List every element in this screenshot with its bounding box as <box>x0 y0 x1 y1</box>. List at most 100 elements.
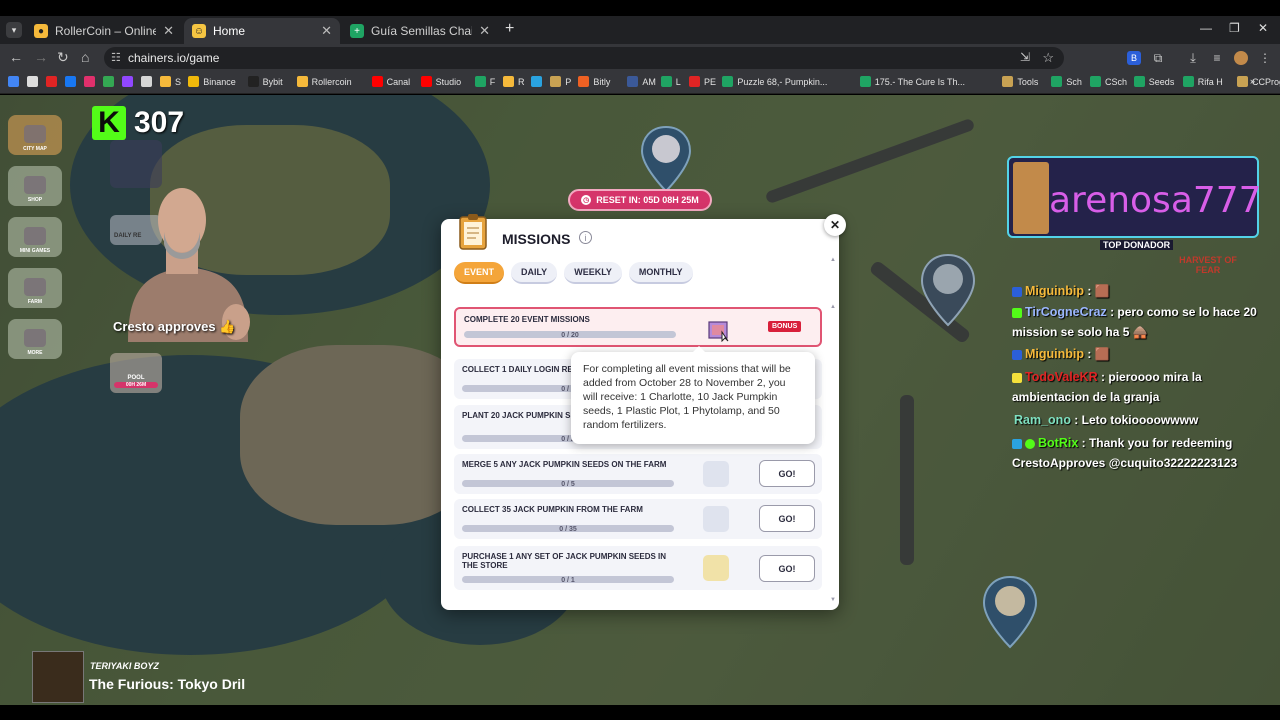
bookmark-star-icon[interactable]: ☆ <box>1042 50 1054 66</box>
map-pin-icon[interactable] <box>982 575 1038 651</box>
close-window-button[interactable]: ✕ <box>1258 21 1268 35</box>
address-bar[interactable]: ☷ chainers.io/game ⇲ ☆ <box>104 47 1064 69</box>
forward-icon[interactable]: → <box>34 49 48 65</box>
bookmark-item[interactable]: S <box>160 76 181 87</box>
bookmark-item[interactable] <box>27 76 42 87</box>
bookmark-favicon-icon <box>46 76 57 87</box>
nav-more[interactable]: MORE <box>8 319 62 359</box>
map-pin-icon[interactable] <box>920 253 976 329</box>
now-playing-widget: TERIYAKI BOYZ The Furious: Tokyo Dril <box>30 650 250 704</box>
scroll-up-icon[interactable]: ▲ <box>830 304 836 310</box>
minimize-button[interactable]: — <box>1200 21 1212 35</box>
map-pin-icon[interactable] <box>640 125 692 195</box>
extensions-puzzle-icon[interactable]: ⧉ <box>1151 51 1165 65</box>
reload-icon[interactable]: ↻ <box>57 49 69 66</box>
tab-weekly[interactable]: WEEKLY <box>564 262 622 284</box>
bookmark-item[interactable] <box>141 76 156 87</box>
download-icon[interactable]: ⤓ <box>1186 50 1200 65</box>
pool-button[interactable]: POOL 00H 26M <box>110 353 162 393</box>
chat-message: Miguinbip : 🟫 <box>1012 281 1262 301</box>
bookmark-item[interactable] <box>103 76 118 87</box>
bookmark-favicon-icon <box>689 76 700 87</box>
bookmark-favicon-icon <box>247 76 259 87</box>
bookmark-item[interactable]: Bitly <box>578 76 610 87</box>
profile-avatar-icon[interactable] <box>1234 51 1248 65</box>
bookmark-item[interactable]: 175.- The Cure Is Th... <box>859 76 965 87</box>
bookmark-item[interactable]: Binance <box>188 76 236 87</box>
nav-mini-games[interactable]: MINI GAMES <box>8 217 62 257</box>
go-button[interactable]: GO! <box>759 555 815 582</box>
media-control-icon[interactable]: ≡ <box>1210 51 1224 65</box>
bookmark-item[interactable]: Tools <box>1002 76 1038 87</box>
bookmark-item[interactable]: L <box>660 76 681 87</box>
nav-shop[interactable]: SHOP <box>8 166 62 206</box>
bookmark-favicon-icon <box>531 76 543 87</box>
home-icon[interactable]: ⌂ <box>81 49 89 65</box>
more-icon <box>24 329 46 347</box>
go-button[interactable]: GO! <box>759 460 815 487</box>
close-tab-icon[interactable]: ✕ <box>479 23 490 39</box>
bookmark-item[interactable]: Seeds <box>1133 76 1174 87</box>
badge-icon <box>1012 307 1022 318</box>
tab-strip: ▾ ● RollerCoin – Online Bitcoin Mi ✕ ☺ H… <box>0 16 1280 44</box>
bookmark-favicon-icon <box>122 76 133 87</box>
chat-message: Ram_ono : Leto tokioooowwww <box>1014 413 1199 427</box>
bookmark-item[interactable] <box>531 76 546 87</box>
bookmark-item[interactable]: Canal <box>371 76 410 87</box>
bookmark-item[interactable]: Rifa H <box>1182 76 1223 87</box>
tab-monthly[interactable]: MONTHLY <box>628 262 693 284</box>
bookmark-item[interactable]: PE <box>689 76 716 87</box>
bookmark-item[interactable]: Rollercoin <box>296 76 352 87</box>
scroll-down-icon[interactable]: ▼ <box>830 597 836 603</box>
modal-title: MISSIONS <box>502 231 571 247</box>
bonus-tooltip: For completing all event missions that w… <box>571 346 815 444</box>
bookmark-item[interactable]: Puzzle 68,- Pumpkin... <box>722 76 827 87</box>
bookmark-item[interactable]: F <box>474 76 495 87</box>
bookmark-favicon-icon <box>103 76 114 87</box>
new-tab-button[interactable]: + <box>505 20 514 38</box>
maximize-button[interactable]: ❐ <box>1229 21 1240 35</box>
bookmark-item[interactable]: CSch <box>1090 76 1127 87</box>
tab-rollercoin[interactable]: ● RollerCoin – Online Bitcoin Mi ✕ <box>26 18 182 44</box>
close-modal-button[interactable]: ✕ <box>824 214 846 236</box>
bookmark-item[interactable]: Bybit <box>247 76 283 87</box>
kick-viewer-counter: K 307 <box>92 106 184 140</box>
side-card[interactable] <box>110 140 162 188</box>
bookmark-item[interactable] <box>8 76 23 87</box>
bookmark-item[interactable] <box>84 76 99 87</box>
bookmark-item[interactable] <box>65 76 80 87</box>
nav-farm[interactable]: FARM <box>8 268 62 308</box>
bookmark-item[interactable]: Sch <box>1051 76 1082 87</box>
bookmark-item[interactable]: CCProgram <box>1237 76 1280 87</box>
nav-city-map[interactable]: CITY MAP <box>8 115 62 155</box>
bookmark-item[interactable] <box>122 76 137 87</box>
bookmark-item[interactable]: Studio <box>420 76 461 87</box>
close-tab-icon[interactable]: ✕ <box>163 23 174 39</box>
tab-guia-semillas[interactable]: + Guía Semillas Chainers by Piero ✕ <box>342 18 498 44</box>
clock-icon: ◷ <box>581 195 592 205</box>
bookmark-item[interactable]: AM <box>627 76 656 87</box>
missions-tabs: EVENT DAILY WEEKLY MONTHLY <box>454 262 693 284</box>
bookmark-item[interactable]: R <box>503 76 525 87</box>
go-button[interactable]: GO! <box>759 505 815 532</box>
mission-row: MERGE 5 ANY JACK PUMPKIN SEEDS ON THE FA… <box>454 454 822 494</box>
site-info-icon[interactable]: ☷ <box>111 51 121 64</box>
bookmarks-overflow-icon[interactable]: » <box>1250 76 1255 86</box>
info-icon[interactable]: i <box>579 231 592 244</box>
scroll-up-icon[interactable]: ▲ <box>830 257 836 263</box>
close-tab-icon[interactable]: ✕ <box>321 23 332 39</box>
install-app-icon[interactable]: ⇲ <box>1020 50 1030 64</box>
bookmark-favicon-icon <box>188 76 200 87</box>
tab-daily[interactable]: DAILY <box>511 262 558 284</box>
bookmark-item[interactable] <box>46 76 61 87</box>
tab-event[interactable]: EVENT <box>454 262 505 284</box>
tab-search-button[interactable]: ▾ <box>6 22 22 38</box>
jack-pumpkin-icon <box>703 506 729 532</box>
bookmark-item[interactable]: P <box>550 76 571 87</box>
chat-message: Miguinbip : 🟫 <box>1012 344 1262 364</box>
back-icon[interactable]: ← <box>9 49 23 65</box>
menu-kebab-icon[interactable]: ⋮ <box>1258 51 1272 65</box>
tab-home[interactable]: ☺ Home ✕ <box>184 18 340 44</box>
shop-icon <box>24 176 46 194</box>
extension-icon[interactable]: B <box>1127 51 1141 65</box>
